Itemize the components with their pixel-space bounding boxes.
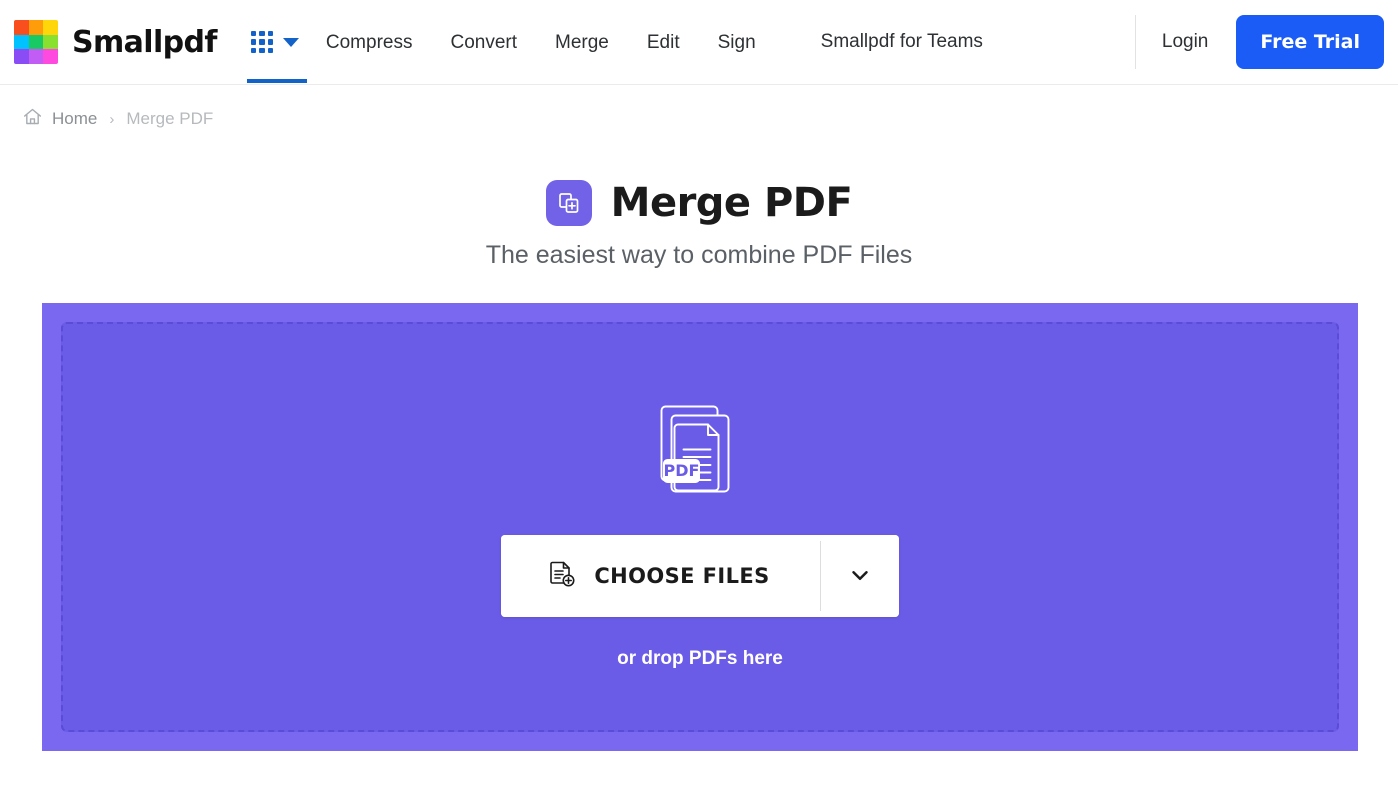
page-subtitle: The easiest way to combine PDF Files	[485, 241, 913, 269]
login-button[interactable]: Login	[1162, 31, 1209, 53]
nav-item-sign[interactable]: Sign	[699, 0, 775, 85]
choose-files-control: CHOOSE FILES	[501, 535, 899, 617]
breadcrumb-separator: ›	[109, 110, 115, 128]
apps-grid-icon	[250, 31, 273, 53]
nav-item-convert[interactable]: Convert	[431, 0, 536, 85]
breadcrumb-home[interactable]: Home	[52, 109, 97, 129]
brand-name: Smallpdf	[72, 24, 217, 60]
header-divider	[1134, 15, 1136, 69]
choose-files-button[interactable]: CHOOSE FILES	[501, 535, 820, 617]
active-tab-indicator	[246, 78, 307, 83]
smallpdf-logo-icon	[14, 20, 58, 64]
stacked-pdf-documents-icon: PDF	[657, 402, 743, 505]
header-actions: Login Free Trial	[1109, 0, 1384, 84]
brand-logo[interactable]: Smallpdf	[14, 20, 217, 64]
choose-files-label: CHOOSE FILES	[594, 564, 770, 588]
nav-item-smallpdf-for-teams[interactable]: Smallpdf for Teams	[821, 31, 983, 53]
page-title-row: Merge PDF	[0, 180, 1398, 226]
page-title: Merge PDF	[610, 180, 853, 226]
free-trial-button[interactable]: Free Trial	[1236, 15, 1384, 69]
drop-hint-text: or drop PDFs here	[617, 648, 783, 669]
file-dropzone-inner[interactable]: PDF CHOOSE FILES or drop PDFs here	[61, 322, 1339, 732]
merge-pdf-icon	[545, 180, 592, 226]
main-nav: Compress Convert Merge Edit Sign	[307, 0, 775, 85]
svg-text:PDF: PDF	[664, 461, 700, 480]
page-header: Merge PDF The easiest way to combine PDF…	[0, 180, 1398, 270]
chevron-down-icon	[847, 562, 873, 591]
chevron-down-icon	[282, 37, 299, 47]
breadcrumb-current: Merge PDF	[126, 109, 214, 128]
choose-files-dropdown-button[interactable]	[820, 535, 899, 617]
file-dropzone[interactable]: PDF CHOOSE FILES or drop PDFs here	[42, 303, 1358, 751]
document-add-icon	[547, 559, 577, 593]
nav-item-edit[interactable]: Edit	[628, 0, 699, 85]
breadcrumb: Home › Merge PDF	[0, 85, 1398, 131]
site-header: Smallpdf Compress Convert Merge Edit Sig…	[0, 0, 1398, 85]
apps-menu-button[interactable]	[243, 0, 307, 85]
home-icon	[22, 106, 43, 132]
nav-item-merge[interactable]: Merge	[536, 0, 628, 85]
nav-item-compress[interactable]: Compress	[307, 0, 432, 85]
